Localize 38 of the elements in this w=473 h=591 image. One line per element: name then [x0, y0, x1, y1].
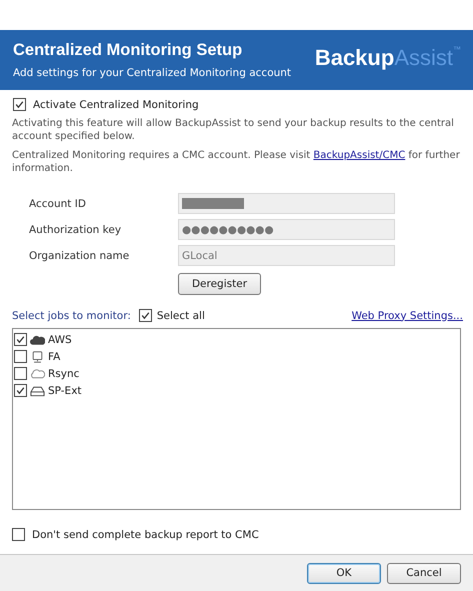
- dialog-title: Centralized Monitoring Setup: [13, 41, 244, 60]
- trademark-mark: ™: [453, 45, 461, 54]
- dialog-subtitle: Add settings for your Centralized Monitoring account: [13, 67, 292, 79]
- select-all-checkbox[interactable]: [138, 309, 152, 322]
- job-checkbox[interactable]: [14, 384, 27, 397]
- drive-icon: [30, 384, 45, 396]
- input-field[interactable]: [178, 193, 395, 214]
- cloud-icon: [30, 334, 45, 346]
- report-checkbox[interactable]: [12, 528, 25, 541]
- jobs-label: Select jobs to monitor:: [12, 310, 131, 322]
- checkbox-label: Select all: [156, 310, 205, 322]
- field-label: Organization name: [29, 250, 130, 262]
- logo-text: Assist: [394, 45, 453, 71]
- checkbox-label: Don't send complete backup report to CMC: [32, 528, 259, 540]
- deregister-button[interactable]: Deregister: [178, 273, 261, 295]
- job-name: Rsync: [48, 368, 80, 380]
- redaction-bar: [182, 198, 244, 209]
- cmc-link[interactable]: BackupAssist/CMC: [313, 150, 406, 161]
- web-proxy-link[interactable]: Web Proxy Settings...: [352, 310, 463, 322]
- field-label: Authorization key: [29, 224, 122, 236]
- field-label: Account ID: [29, 198, 87, 210]
- job-name: FA: [48, 350, 60, 362]
- info-text: Activating this feature will allow BackupAssist to send your backup results to the central account specified below.: [12, 117, 455, 143]
- cancel-button[interactable]: Cancel: [387, 562, 461, 584]
- job-checkbox[interactable]: [14, 350, 27, 363]
- checkbox-label: Activate Centralized Monitoring: [33, 98, 199, 110]
- logo-text: Backup: [314, 45, 394, 71]
- cloud-icon: [30, 368, 45, 380]
- monitor-icon: [30, 350, 45, 362]
- info-text: Centralized Monitoring requires a CMC account. Please visit BackupAssist/CMC for further information.: [12, 149, 461, 175]
- job-checkbox[interactable]: [14, 333, 27, 346]
- job-checkbox[interactable]: [14, 367, 27, 380]
- job-name: AWS: [48, 334, 72, 346]
- input-field[interactable]: ●●●●●●●●●●: [178, 219, 395, 240]
- input-field[interactable]: GLocal: [178, 245, 395, 266]
- ok-button[interactable]: OK: [307, 562, 381, 584]
- activate-checkbox[interactable]: [13, 98, 26, 111]
- job-name: SP-Ext: [48, 384, 82, 396]
